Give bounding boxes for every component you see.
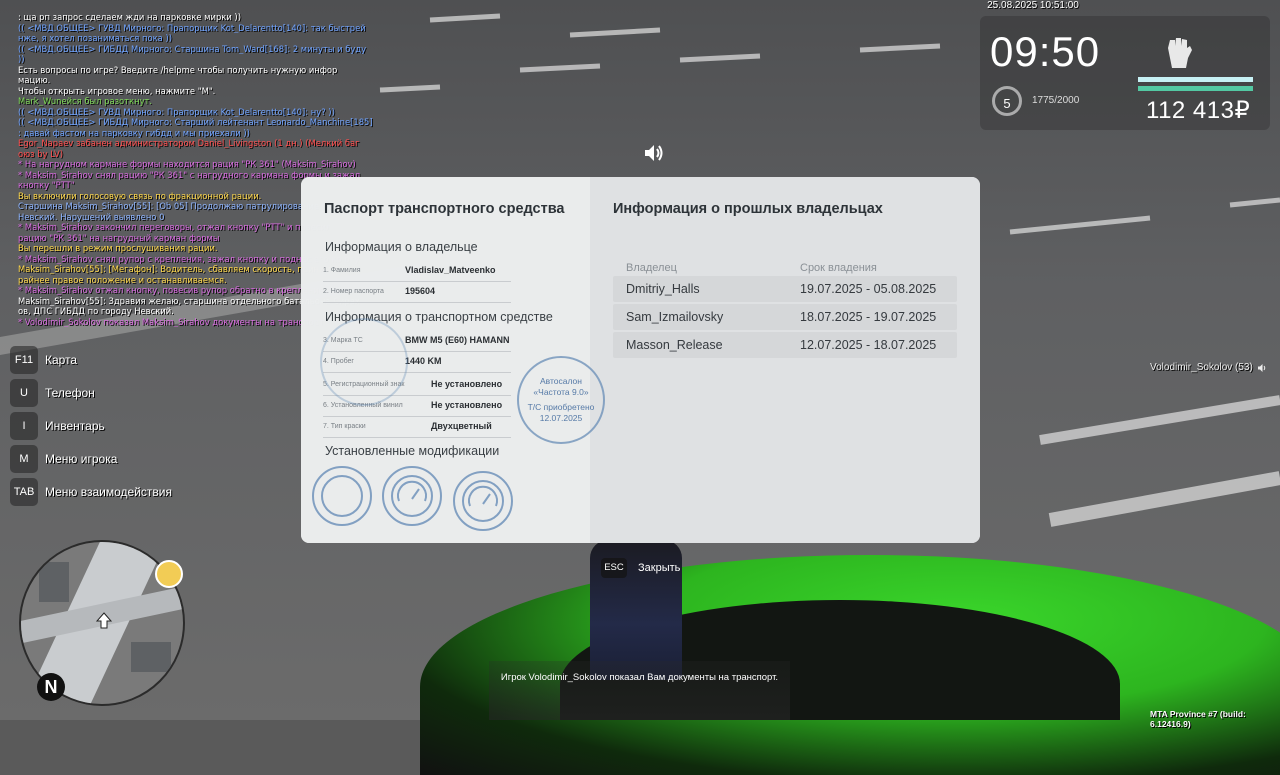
column-owner-header: Владелец: [626, 262, 677, 274]
menu-label: Меню игрока: [45, 452, 118, 466]
menu-item-player-menu[interactable]: M Меню игрока: [10, 445, 172, 473]
field-value: Не установлено: [431, 379, 503, 389]
key-badge: M: [10, 445, 38, 473]
owner-name: Sam_Izmailovsky: [626, 310, 724, 324]
menu-label: Инвентарь: [45, 419, 105, 433]
dealer-stamp: Автосалон «Частота 9.0» Т/С приобретено …: [517, 356, 605, 444]
player-nametag: Volodimir_Sokolov (53): [1150, 362, 1253, 373]
chat-line: оюз by LV): [18, 148, 63, 159]
table-row: Dmitriy_Halls 19.07.2025 - 05.08.2025: [613, 276, 957, 302]
field-value: Vladislav_Matveenko: [405, 265, 496, 275]
esc-key-badge[interactable]: ESC: [601, 558, 627, 578]
menu-item-inventory[interactable]: I Инвентарь: [10, 412, 172, 440]
owner-period: 19.07.2025 - 05.08.2025: [800, 282, 937, 296]
key-badge: U: [10, 379, 38, 407]
minimap-building: [131, 642, 171, 672]
field-value: BMW M5 (E60) HAMANN: [405, 335, 510, 345]
chat-line: Чтобы открыть игровое меню, нажмите "M".: [18, 85, 216, 96]
stamp-line: Т/С приобретено: [527, 402, 595, 412]
north-icon: N: [37, 673, 65, 701]
experience-counter: 1775/2000: [1032, 95, 1080, 106]
level-indicator: 5: [992, 86, 1022, 116]
mods-section-heading: Установленные модификации: [325, 444, 500, 458]
owner-section-heading: Информация о владельце: [325, 240, 478, 254]
owner-name: Masson_Release: [626, 338, 723, 352]
key-badge: TAB: [10, 478, 38, 506]
owner-period: 12.07.2025 - 18.07.2025: [800, 338, 937, 352]
chat-line: : ща рп запрос сделаем жди на парковке м…: [18, 12, 241, 22]
field-value: Двухцветный: [431, 421, 492, 431]
player-marker-icon: [95, 612, 113, 629]
field-label: 7. Тип краски: [323, 423, 366, 430]
mod-badges: [312, 466, 513, 531]
build-info: MTA Province #7 (build: 6.12416.9): [1150, 709, 1246, 729]
close-button[interactable]: Закрыть: [638, 562, 680, 574]
chat-line: (( <МВД.ОБЩЕЕ> ГИБДД Мирного: Старший ле…: [18, 117, 373, 127]
owners-panel: [590, 177, 980, 543]
column-period-header: Срок владения: [800, 262, 877, 274]
owner-period: 18.07.2025 - 19.07.2025: [800, 310, 937, 324]
money-balance: 112 413₽: [1146, 97, 1251, 124]
field-surname: 1. Фамилия Vladislav_Matveenko: [323, 262, 511, 282]
menu-item-interaction[interactable]: TAB Меню взаимодействия: [10, 478, 172, 506]
chat-line: Mark_Wuneйся был разоткнут.: [18, 96, 153, 106]
menu-label: Телефон: [45, 386, 95, 400]
stamp-line: 12.07.2025: [539, 413, 583, 423]
notification-text: Игрок Volodimir_Sokolov показал Вам доку…: [500, 672, 779, 683]
menu-label: Меню взаимодействия: [45, 485, 172, 499]
field-passport-number: 2. Номер паспорта 195604: [323, 283, 511, 303]
date-time: 25.08.2025 10:51:00: [987, 0, 1079, 11]
speaker-icon[interactable]: [643, 143, 665, 163]
menu-item-phone[interactable]: U Телефон: [10, 379, 172, 407]
menu-label: Карта: [45, 353, 78, 367]
voice-icon: [1258, 364, 1266, 372]
taxi-icon: [155, 560, 183, 588]
stamp-line: Автосалон: [540, 376, 582, 386]
hud-clock: 09:50: [990, 28, 1101, 75]
field-value: 1440 KM: [405, 356, 442, 366]
minimap-building: [39, 562, 69, 602]
field-label: 1. Фамилия: [323, 267, 361, 274]
chat-line: Есть вопросы по игре? Введите /helpme чт…: [18, 64, 338, 75]
armor-bar: [1138, 86, 1253, 91]
fist-icon: [1168, 38, 1192, 68]
chat-line: * На нагрудном кармане формы находится р…: [18, 159, 356, 169]
field-label: 2. Номер паспорта: [323, 288, 384, 295]
status-bars: [1138, 77, 1253, 91]
stamp-line: «Частота 9.0»: [533, 387, 589, 397]
key-badge: F11: [10, 346, 38, 374]
menu-item-map[interactable]: F11 Карта: [10, 346, 172, 374]
registration-stamp: [320, 318, 408, 406]
owner-name: Dmitriy_Halls: [626, 282, 700, 296]
chat-line: Egor_Napaev забанен администратором Dani…: [18, 138, 360, 148]
table-row: Masson_Release 12.07.2025 - 18.07.2025: [613, 332, 957, 358]
chat-line: (( <МВД.ОБЩЕЕ> ГУВД Мирного: Прапорщик K…: [18, 22, 366, 33]
chat-line: : давай фастом на парковку гибдд и мы пр…: [18, 127, 250, 138]
table-row: Sam_Izmailovsky 18.07.2025 - 19.07.2025: [613, 304, 957, 330]
chat-line: нже, я хотел позаниматься пока )): [18, 33, 172, 43]
chat-line: мацию.: [18, 75, 51, 85]
key-badge: I: [10, 412, 38, 440]
field-value: 195604: [405, 286, 436, 296]
field-value: Не установлено: [431, 400, 503, 410]
chat-line: (( <МВД.ОБЩЕЕ> ГУВД Мирного: Прапорщик K…: [18, 106, 335, 117]
chat-line: (( <МВД.ОБЩЕЕ> ГИБДД Мирного: Старшина T…: [18, 43, 367, 54]
health-bar: [1138, 77, 1253, 82]
chat-line: )): [18, 54, 25, 64]
passport-title: Паспорт транспортного средства: [324, 201, 565, 217]
field-paint: 7. Тип краски Двухцветный: [323, 418, 511, 438]
shortcut-menu: F11 Карта U Телефон I Инвентарь M Меню и…: [10, 346, 172, 511]
owners-title: Информация о прошлых владельцах: [613, 201, 883, 217]
notification-banner: Игрок Volodimir_Sokolov показал Вам доку…: [489, 661, 790, 720]
